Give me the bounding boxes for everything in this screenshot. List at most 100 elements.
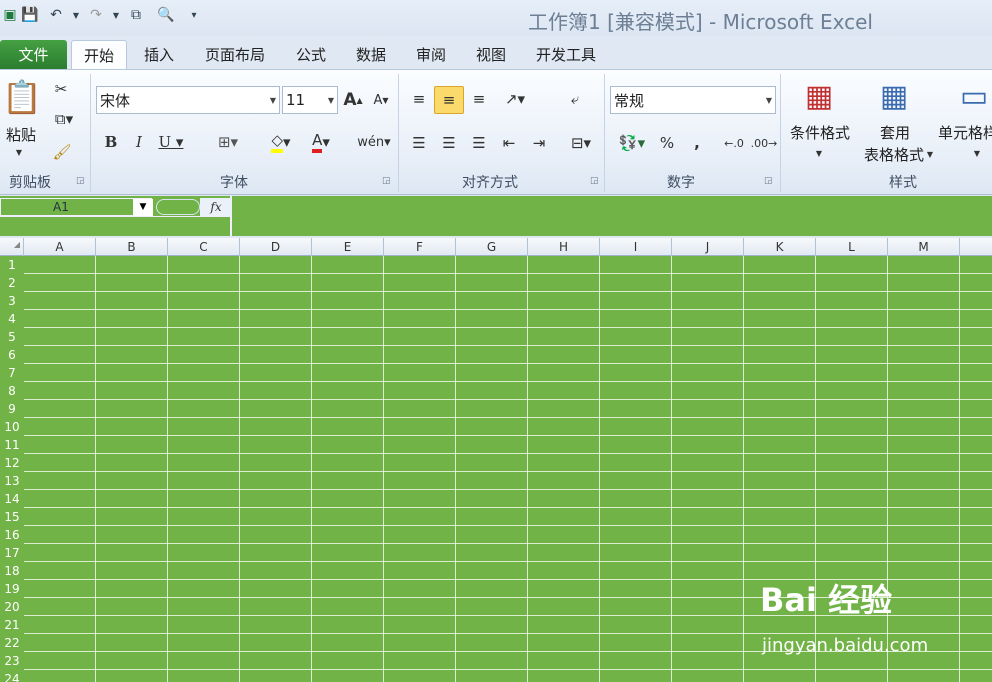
formula-bar-grip[interactable] (156, 199, 200, 215)
conditional-formatting-icon[interactable]: ▦ (798, 74, 840, 118)
merge-center-icon[interactable]: ⊟▾ (562, 130, 600, 156)
column-header[interactable]: M (888, 238, 960, 256)
font-name-select[interactable]: 宋体 ▼ (96, 86, 280, 114)
row-header[interactable]: 5 (0, 328, 24, 346)
row-header[interactable]: 24 (0, 670, 24, 682)
row-header[interactable]: 20 (0, 598, 24, 616)
decrease-indent-icon[interactable]: ⇤ (496, 130, 522, 156)
align-top-icon[interactable]: ≡ (406, 86, 432, 112)
fill-color-icon[interactable]: ◇ ▾ (262, 128, 300, 156)
format-as-table-icon[interactable]: ▦ (872, 74, 916, 118)
cell-styles-icon[interactable]: ▭ (954, 74, 992, 118)
increase-indent-icon[interactable]: ⇥ (526, 130, 552, 156)
column-header[interactable]: L (816, 238, 888, 256)
column-header[interactable]: C (168, 238, 240, 256)
row-header[interactable]: 19 (0, 580, 24, 598)
print-preview-icon[interactable]: 🔍 (156, 4, 176, 26)
font-launcher-icon[interactable]: ◲ (382, 176, 391, 186)
paste-label[interactable]: 粘贴 (4, 124, 38, 145)
row-header[interactable]: 4 (0, 310, 24, 328)
row-header[interactable]: 8 (0, 382, 24, 400)
underline-icon[interactable]: U ▾ (156, 130, 186, 154)
format-painter-icon[interactable]: 🖌 (50, 140, 74, 164)
column-header[interactable]: H (528, 238, 600, 256)
conditional-formatting-label[interactable]: 条件格式 (784, 122, 856, 143)
decrease-decimal-icon[interactable]: .00→ (750, 130, 778, 156)
row-header[interactable]: 11 (0, 436, 24, 454)
column-header[interactable]: A (24, 238, 96, 256)
redo-dropdown-icon[interactable]: ▼ (106, 4, 126, 26)
cut-icon[interactable]: ✂ (50, 78, 72, 100)
chevron-down-icon[interactable]: ▼ (812, 146, 826, 160)
column-header[interactable]: F (384, 238, 456, 256)
align-bottom-icon[interactable]: ≡ (466, 86, 492, 112)
chevron-down-icon[interactable]: ▼ (133, 199, 153, 216)
copy-icon[interactable]: ⧉ (126, 4, 146, 26)
undo-dropdown-icon[interactable]: ▼ (66, 4, 86, 26)
align-middle-icon[interactable]: ≡ (434, 86, 464, 114)
formula-input[interactable] (232, 196, 992, 236)
comma-style-icon[interactable]: , (686, 130, 708, 156)
row-header[interactable]: 12 (0, 454, 24, 472)
redo-icon[interactable]: ↷ (86, 4, 106, 26)
customize-qat-icon[interactable]: ▾ (184, 4, 204, 26)
column-header[interactable]: G (456, 238, 528, 256)
align-right-icon[interactable]: ☰ (466, 130, 492, 156)
tab-data[interactable]: 数据 (346, 40, 396, 69)
borders-icon[interactable]: ⊞▾ (208, 130, 248, 154)
row-header[interactable]: 7 (0, 364, 24, 382)
row-header[interactable]: 17 (0, 544, 24, 562)
row-header[interactable]: 6 (0, 346, 24, 364)
number-format-select[interactable]: 常规 ▼ (610, 86, 776, 114)
chevron-down-icon[interactable]: ▼ (924, 148, 936, 160)
align-center-icon[interactable]: ☰ (436, 130, 462, 156)
phonetic-guide-icon[interactable]: wén▾ (354, 128, 394, 156)
alignment-launcher-icon[interactable]: ◲ (590, 176, 599, 186)
chevron-down-icon[interactable]: ▼ (970, 146, 984, 160)
tab-insert[interactable]: 插入 (134, 40, 184, 69)
copy-format-icon[interactable]: ⧉▾ (48, 108, 80, 130)
font-color-icon[interactable]: A ▾ (302, 128, 340, 156)
select-all-corner[interactable]: ◢ (0, 238, 24, 256)
tab-formulas[interactable]: 公式 (286, 40, 336, 69)
font-size-select[interactable]: 11 ▼ (282, 86, 338, 114)
row-header[interactable]: 2 (0, 274, 24, 292)
row-header[interactable]: 23 (0, 652, 24, 670)
name-box[interactable]: A1 ▼ (0, 198, 153, 216)
format-as-table-label-1[interactable]: 套用 (860, 122, 930, 143)
format-as-table-label-2[interactable]: 表格格式 (854, 144, 934, 165)
row-header[interactable]: 14 (0, 490, 24, 508)
align-left-icon[interactable]: ☰ (406, 130, 432, 156)
number-launcher-icon[interactable]: ◲ (764, 176, 773, 186)
tab-page-layout[interactable]: 页面布局 (196, 40, 274, 69)
row-header[interactable]: 21 (0, 616, 24, 634)
row-header[interactable]: 10 (0, 418, 24, 436)
paste-icon[interactable]: 📋 (2, 74, 42, 120)
accounting-format-icon[interactable]: 💱▾ (612, 130, 652, 156)
italic-icon[interactable]: I (128, 130, 150, 154)
tab-review[interactable]: 审阅 (406, 40, 456, 69)
column-header[interactable]: K (744, 238, 816, 256)
row-header[interactable]: 22 (0, 634, 24, 652)
shrink-font-icon[interactable]: A ▼ (370, 88, 392, 112)
wrap-text-icon[interactable]: ⤶ (562, 86, 588, 112)
bold-icon[interactable]: B (100, 130, 122, 154)
row-header[interactable]: 16 (0, 526, 24, 544)
orientation-icon[interactable]: ↗▾ (498, 86, 532, 112)
row-header[interactable]: 18 (0, 562, 24, 580)
column-header[interactable]: D (240, 238, 312, 256)
column-header[interactable]: B (96, 238, 168, 256)
row-header[interactable]: 13 (0, 472, 24, 490)
grow-font-icon[interactable]: A ▲ (342, 88, 364, 112)
cell-styles-label[interactable]: 单元格样 (938, 122, 992, 143)
save-icon[interactable]: 💾 (20, 4, 40, 26)
paste-dropdown-icon[interactable]: ▼ (12, 146, 26, 158)
column-header[interactable]: J (672, 238, 744, 256)
column-header[interactable]: E (312, 238, 384, 256)
tab-home[interactable]: 开始 (71, 40, 127, 70)
excel-icon[interactable]: ▣ (0, 4, 20, 26)
clipboard-launcher-icon[interactable]: ◲ (76, 176, 85, 186)
tab-file[interactable]: 文件 (0, 40, 67, 69)
percent-icon[interactable]: % (656, 130, 678, 156)
row-header[interactable]: 3 (0, 292, 24, 310)
